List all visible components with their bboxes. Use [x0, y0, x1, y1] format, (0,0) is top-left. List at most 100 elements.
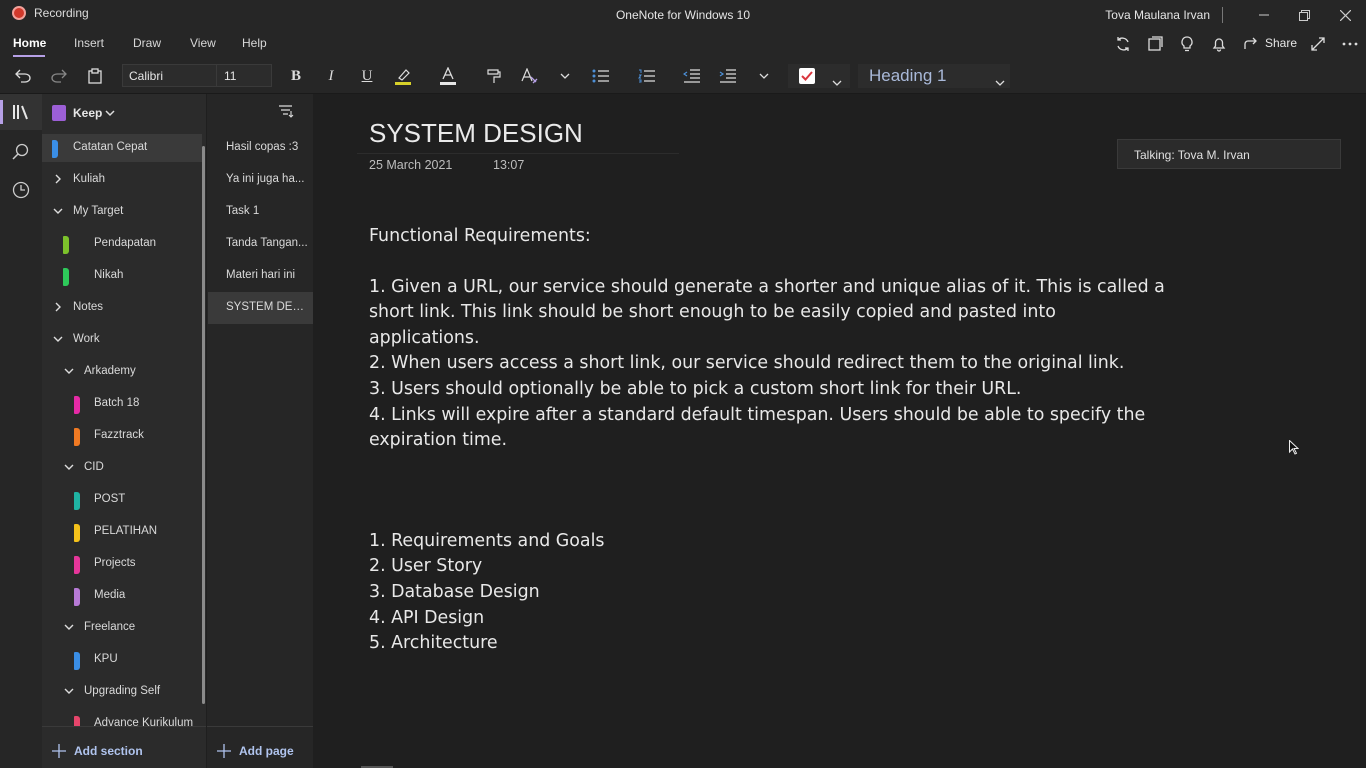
- add-section-button[interactable]: Add section: [52, 734, 143, 768]
- tab-view[interactable]: View: [190, 36, 216, 50]
- font-color-icon[interactable]: [437, 65, 459, 87]
- page-item[interactable]: Materi hari ini: [208, 260, 314, 292]
- section-item[interactable]: Nikah: [42, 262, 202, 290]
- highlight-icon[interactable]: [392, 65, 414, 87]
- italic-icon[interactable]: I: [320, 65, 342, 87]
- page-item[interactable]: Hasil copas :3: [208, 132, 314, 164]
- note-heading: Functional Requirements:: [369, 226, 591, 246]
- notebook-picker[interactable]: Keep: [42, 94, 206, 132]
- page-item[interactable]: Task 1: [208, 196, 314, 228]
- note-canvas[interactable]: SYSTEM DESIGN 25 March 2021 13:07 Functi…: [313, 94, 1366, 768]
- section-item[interactable]: KPU: [42, 646, 202, 674]
- sections-scrollbar[interactable]: [202, 146, 205, 704]
- blank-lines: [369, 454, 1169, 529]
- minimize-button[interactable]: [1249, 4, 1279, 26]
- more-options-icon[interactable]: [1341, 35, 1359, 53]
- restore-button[interactable]: [1289, 4, 1319, 26]
- bell-icon[interactable]: [1210, 35, 1228, 53]
- section-item[interactable]: Projects: [42, 550, 202, 578]
- plus-icon: [217, 744, 231, 758]
- page-label: Materi hari ini: [226, 269, 296, 281]
- clear-formatting-icon[interactable]: [518, 65, 540, 87]
- sections-pane: Keep Catatan Cepat Kuliah My Target Pendapa…: [42, 94, 206, 768]
- section-group[interactable]: My Target: [42, 198, 202, 226]
- section-item[interactable]: Media: [42, 582, 202, 610]
- section-item[interactable]: POST: [42, 486, 202, 514]
- font-name: Calibri: [129, 69, 164, 83]
- font-picker[interactable]: Calibri 11: [122, 64, 272, 87]
- sort-pages-icon[interactable]: [278, 104, 296, 122]
- section-item[interactable]: Batch 18: [42, 390, 202, 418]
- section-group[interactable]: Arkademy: [42, 358, 202, 386]
- page-title[interactable]: SYSTEM DESIGN: [369, 118, 583, 149]
- redo-icon[interactable]: [48, 65, 70, 87]
- numbered-list-icon[interactable]: [636, 65, 658, 87]
- close-button[interactable]: [1330, 4, 1360, 26]
- sync-icon[interactable]: [1114, 35, 1132, 53]
- section-group[interactable]: Upgrading Self: [42, 678, 202, 706]
- section-group-label: Upgrading Self: [84, 685, 161, 697]
- page-item[interactable]: SYSTEM DESI...: [208, 292, 314, 324]
- increase-indent-icon[interactable]: [717, 65, 739, 87]
- bold-icon[interactable]: B: [285, 65, 307, 87]
- notebooks-nav-button[interactable]: [0, 94, 42, 130]
- page-item[interactable]: Ya ini juga ha...: [208, 164, 314, 196]
- section-label: POST: [94, 493, 126, 505]
- chevron-down-icon[interactable]: [64, 366, 74, 376]
- section-item[interactable]: Pendapatan: [42, 230, 202, 258]
- tab-draw[interactable]: Draw: [133, 36, 161, 50]
- active-tab-indicator: [13, 55, 45, 57]
- tab-help[interactable]: Help: [242, 36, 267, 50]
- section-item[interactable]: Catatan Cepat: [42, 134, 202, 162]
- to-do-tag-button[interactable]: [788, 64, 850, 88]
- chevron-down-icon[interactable]: [64, 462, 74, 472]
- section-group[interactable]: Kuliah: [42, 166, 202, 194]
- underline-icon[interactable]: U: [356, 65, 378, 87]
- tab-insert[interactable]: Insert: [74, 36, 104, 50]
- chevron-right-icon[interactable]: [53, 302, 63, 312]
- section-item[interactable]: PELATIHAN: [42, 518, 202, 546]
- notebook-icon: [52, 105, 66, 121]
- section-group[interactable]: Notes: [42, 294, 202, 322]
- section-group[interactable]: Freelance: [42, 614, 202, 642]
- outline-item: 5. Architecture: [369, 633, 498, 654]
- recent-notes-icon[interactable]: [11, 180, 31, 200]
- chevron-down-icon[interactable]: [554, 65, 576, 87]
- sticky-notes-icon[interactable]: [1146, 35, 1164, 53]
- section-group[interactable]: Work: [42, 326, 202, 354]
- chevron-down-icon[interactable]: [53, 334, 63, 344]
- section-group[interactable]: CID: [42, 454, 202, 482]
- style-picker[interactable]: Heading 1: [858, 64, 1010, 88]
- section-label: KPU: [94, 653, 118, 665]
- title-divider: [357, 153, 679, 154]
- tag-dropdown-icon[interactable]: [832, 73, 842, 91]
- search-icon[interactable]: [11, 142, 31, 162]
- user-name[interactable]: Tova Maulana Irvan: [1105, 8, 1210, 22]
- chevron-right-icon[interactable]: [53, 174, 63, 184]
- section-group-label: Kuliah: [73, 173, 105, 185]
- bullet-list-icon[interactable]: [590, 65, 612, 87]
- section-item[interactable]: Fazztrack: [42, 422, 202, 450]
- undo-icon[interactable]: [12, 65, 34, 87]
- page-item[interactable]: Tanda Tangan...: [208, 228, 314, 260]
- note-content[interactable]: Functional Requirements: 1. Given a URL,…: [369, 224, 1169, 657]
- chevron-down-icon[interactable]: [53, 206, 63, 216]
- fullscreen-icon[interactable]: [1309, 35, 1327, 53]
- format-painter-icon[interactable]: [483, 65, 505, 87]
- page-time: 13:07: [493, 158, 525, 172]
- font-size[interactable]: 11: [224, 69, 236, 83]
- section-group-label: Arkademy: [84, 365, 136, 377]
- decrease-indent-icon[interactable]: [681, 65, 703, 87]
- chevron-down-icon: [105, 105, 115, 123]
- chevron-down-icon[interactable]: [64, 686, 74, 696]
- clipboard-icon[interactable]: [84, 65, 106, 87]
- more-paragraph-icon[interactable]: [753, 65, 775, 87]
- lightbulb-icon[interactable]: [1178, 35, 1196, 53]
- chevron-down-icon[interactable]: [64, 622, 74, 632]
- pages-pane: Hasil copas :3 Ya ini juga ha... Task 1 Tan…: [206, 94, 314, 768]
- section-group-label: Notes: [73, 301, 104, 313]
- add-page-button[interactable]: Add page: [217, 734, 294, 768]
- share-button[interactable]: Share: [1244, 36, 1297, 50]
- tab-home[interactable]: Home: [13, 36, 46, 50]
- page-label: Ya ini juga ha...: [226, 173, 305, 185]
